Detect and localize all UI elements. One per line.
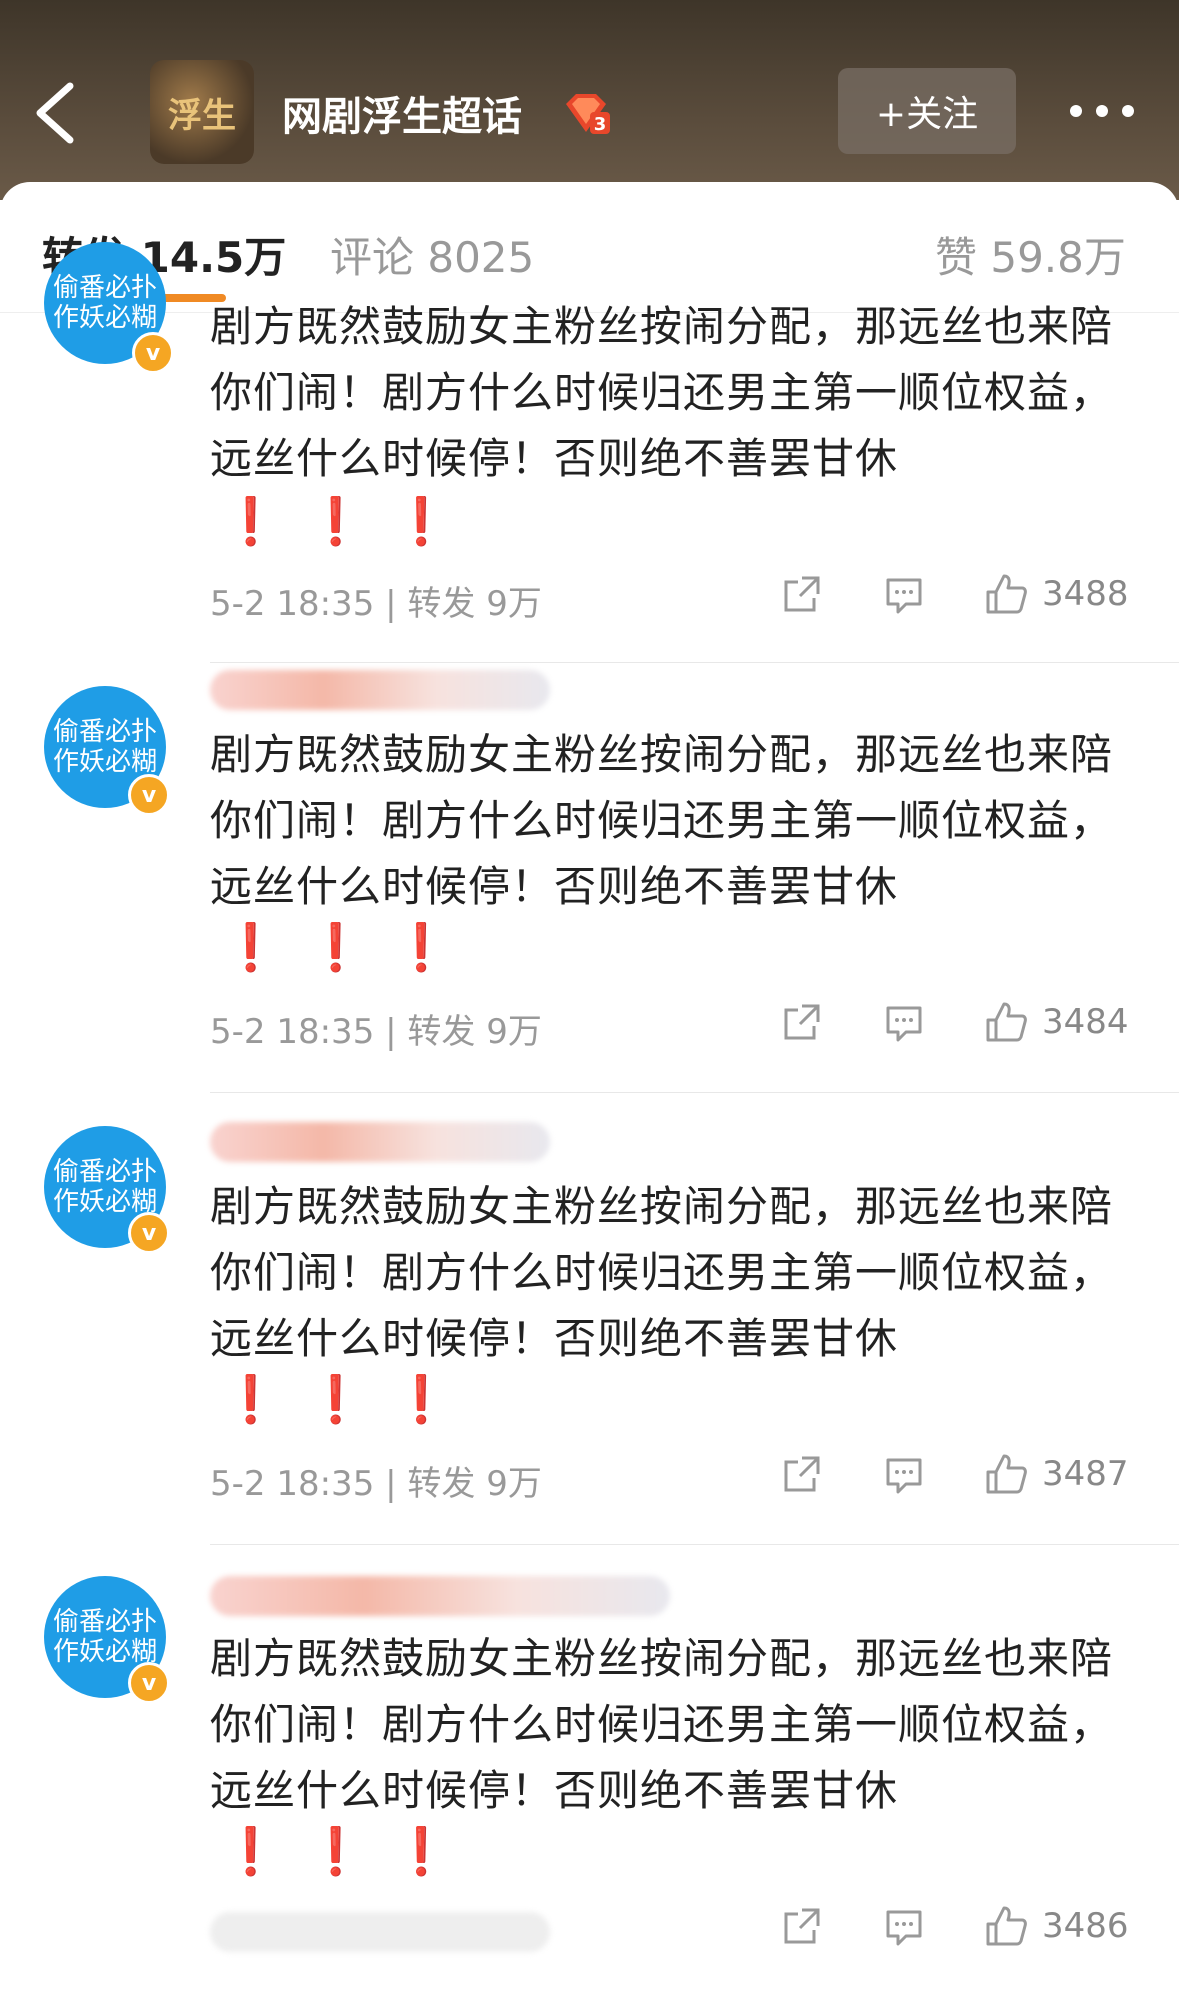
comment-actions: 3486 [780,1904,1140,1954]
svg-text:3: 3 [594,114,607,134]
comment-text: 剧方既然鼓励女主粉丝按闹分配，那远丝也来陪你们闹！剧方什么时候归还男主第一顺位权… [210,302,1114,483]
like-icon[interactable] [984,1000,1028,1044]
avatar-text: 偷番必扑 [52,717,157,747]
back-arrow-icon[interactable] [30,80,80,146]
comment-text: 剧方既然鼓励女主粉丝按闹分配，那远丝也来陪你们闹！剧方什么时候归还男主第一顺位权… [210,730,1114,911]
tab-comments[interactable]: 评论 8025 [330,224,534,285]
top-bar: 浮生 网剧浮生超话 3 +关注 [0,0,1179,200]
share-icon[interactable] [780,1000,824,1044]
comment-meta: 5-2 18:35 | 转发 9万 [210,1464,542,1504]
like-count: 3487 [1042,1454,1129,1494]
exclamation-icons: ❗❗❗ [222,1372,478,1426]
comment-icon[interactable] [882,572,926,616]
comment-icon[interactable] [882,1452,926,1496]
share-icon[interactable] [780,572,824,616]
list-item[interactable]: 偷番必扑 作妖必糊 v 剧方既然鼓励女主粉丝按闹分配，那远丝也来陪你们闹！剧方什… [0,1112,1179,1562]
comment-meta-blurred [210,1912,550,1952]
avatar-text: 偷番必扑 [52,1607,157,1637]
topic-title[interactable]: 网剧浮生超话 [282,84,522,142]
comment-actions: 3487 [780,1452,1140,1502]
verified-icon: v [128,1662,170,1704]
comment-text: 剧方既然鼓励女主粉丝按闹分配，那远丝也来陪你们闹！剧方什么时候归还男主第一顺位权… [210,1634,1114,1815]
follow-button[interactable]: +关注 [838,68,1016,154]
divider [210,1544,1179,1545]
list-item[interactable]: 偷番必扑 作妖必糊 v 剧方既然鼓励女主粉丝按闹分配，那远丝也来陪你们闹！剧方什… [0,662,1179,1112]
avatar-text: 作妖必糊 [52,303,157,333]
username-blurred[interactable] [210,1122,550,1162]
verified-icon: v [128,1212,170,1254]
like-count: 3488 [1042,574,1129,614]
comment-actions: 3484 [780,1000,1140,1050]
like-icon[interactable] [984,1904,1028,1948]
username-blurred[interactable] [210,670,550,710]
content-sheet: 转发 14.5万 评论 8025 赞 59.8万 偷番必扑 作妖必糊 v 剧方既… [0,182,1179,1995]
like-count: 3486 [1042,1906,1129,1946]
diamond-badge-icon: 3 [566,94,610,134]
comment-meta: 5-2 18:35 | 转发 9万 [210,584,542,624]
avatar-text: 作妖必糊 [52,747,157,777]
topic-avatar[interactable]: 浮生 [150,60,254,164]
divider [210,1092,1179,1093]
comment-text: 剧方既然鼓励女主粉丝按闹分配，那远丝也来陪你们闹！剧方什么时候归还男主第一顺位权… [210,1182,1114,1363]
exclamation-icons: ❗❗❗ [222,920,478,974]
like-count: 3484 [1042,1002,1129,1042]
avatar-text: 偷番必扑 [52,1157,157,1187]
comment-meta: 5-2 18:35 | 转发 9万 [210,1012,542,1052]
share-icon[interactable] [780,1904,824,1948]
comment-icon[interactable] [882,1904,926,1948]
share-icon[interactable] [780,1452,824,1496]
tab-likes[interactable]: 赞 59.8万 [935,224,1126,285]
username-blurred[interactable] [210,1576,670,1616]
exclamation-icons: ❗❗❗ [222,494,478,548]
comment-icon[interactable] [882,1000,926,1044]
list-item[interactable]: 偷番必扑 作妖必糊 v 剧方既然鼓励女主粉丝按闹分配，那远丝也来陪你们闹！剧方什… [0,1564,1179,1995]
exclamation-icons: ❗❗❗ [222,1824,478,1878]
like-icon[interactable] [984,572,1028,616]
comment-actions: 3488 [780,572,1140,622]
like-icon[interactable] [984,1452,1028,1496]
verified-icon: v [132,332,174,374]
more-dots-icon[interactable] [1062,96,1142,126]
avatar-text: 偷番必扑 [52,273,157,303]
verified-icon: v [128,774,170,816]
